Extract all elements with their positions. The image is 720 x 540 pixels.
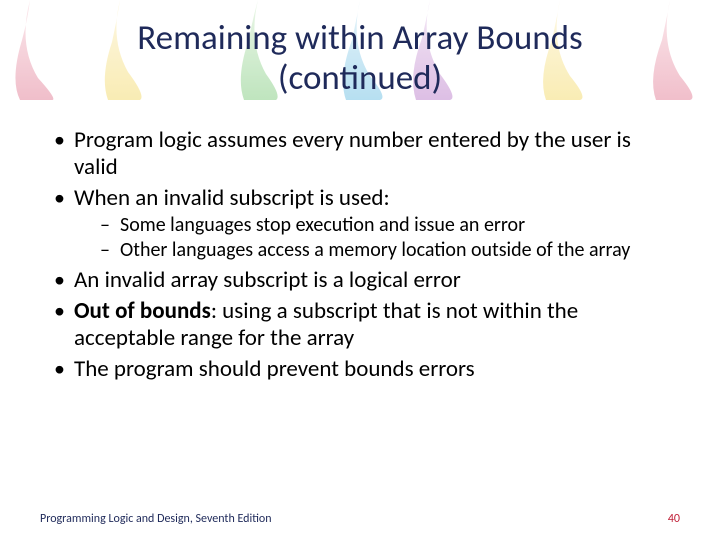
sub-bullet-item: Some languages stop execution and issue …	[100, 214, 668, 238]
sub-bullet-list: Some languages stop execution and issue …	[100, 214, 668, 263]
bullet-item: Program logic assumes every number enter…	[52, 127, 668, 181]
title-line-1: Remaining within Array Bounds	[137, 17, 582, 59]
slide-footer: Programming Logic and Design, Seventh Ed…	[40, 512, 680, 526]
sub-bullet-item: Other languages access a memory location…	[100, 239, 668, 263]
bullet-list: Program logic assumes every number enter…	[52, 127, 668, 384]
bullet-item: The program should prevent bounds errors	[52, 356, 668, 383]
slide-title: Remaining within Array Bounds (continued…	[52, 18, 668, 99]
bold-term: Out of bounds	[74, 297, 211, 325]
bullet-item: An invalid array subscript is a logical …	[52, 267, 668, 294]
title-line-2: (continued)	[278, 57, 442, 99]
footer-page-number: 40	[668, 512, 680, 526]
bullet-item: When an invalid subscript is used: Some …	[52, 185, 668, 263]
bullet-text: When an invalid subscript is used:	[74, 184, 390, 212]
bullet-item: Out of bounds: using a subscript that is…	[52, 298, 668, 352]
footer-book-title: Programming Logic and Design, Seventh Ed…	[40, 512, 272, 526]
slide-content: Remaining within Array Bounds (continued…	[0, 0, 720, 384]
